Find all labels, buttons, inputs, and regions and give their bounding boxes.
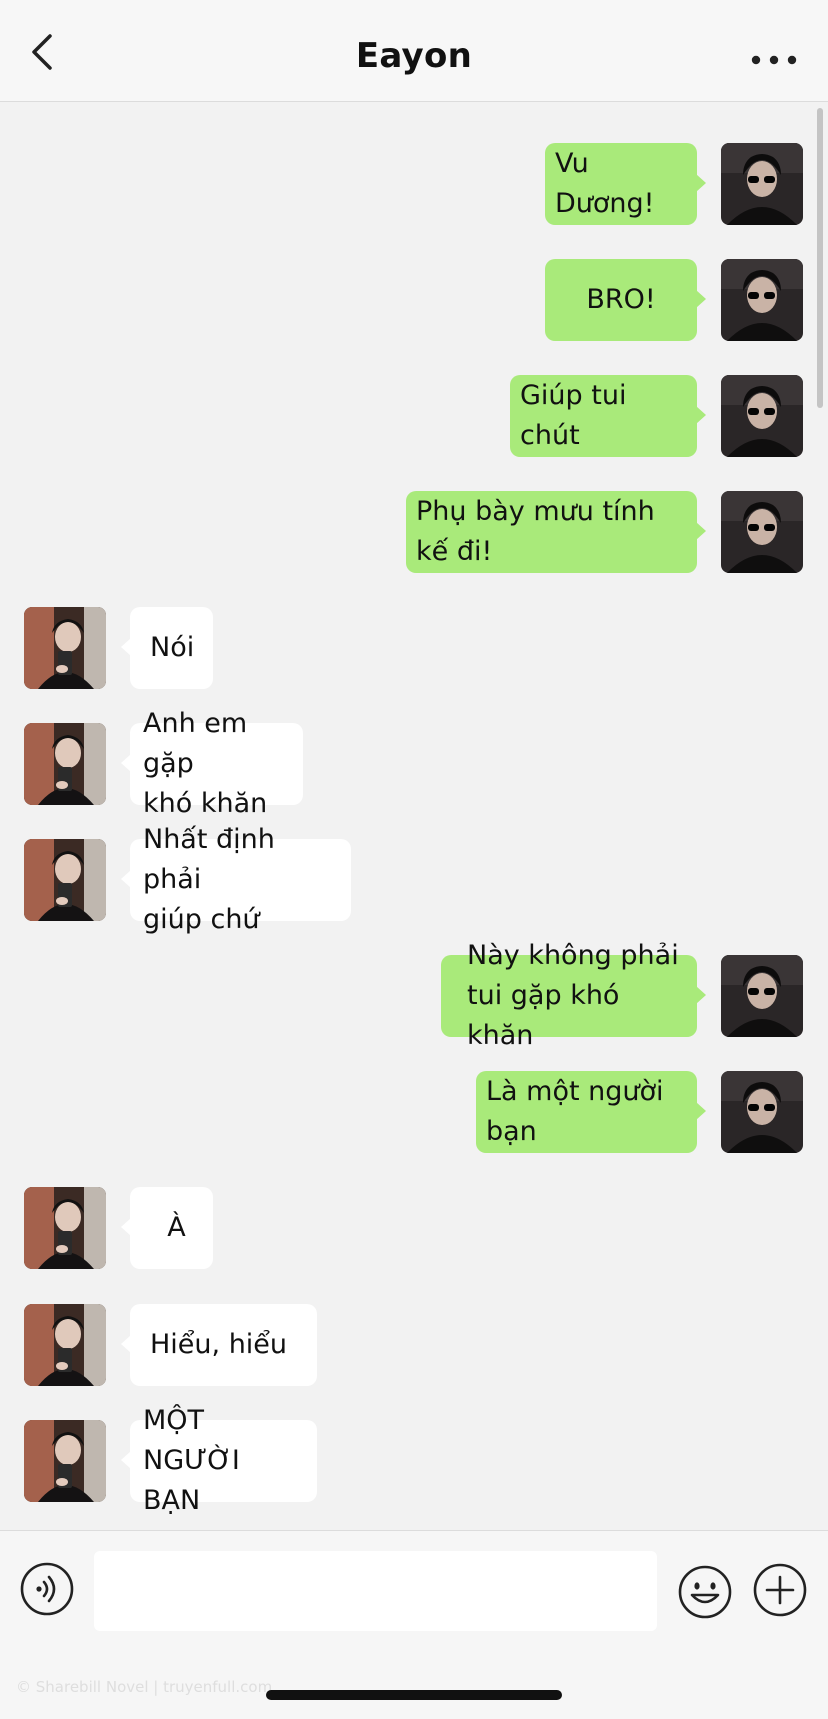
- message-bubble[interactable]: Nói: [121, 607, 213, 689]
- message-row: Này không phải tui gặp khó khăn: [0, 940, 828, 1051]
- avatar[interactable]: [24, 1187, 106, 1269]
- message-row: Nói: [0, 607, 828, 689]
- emoji-button[interactable]: [677, 1564, 733, 1620]
- message-bubble[interactable]: Này không phải tui gặp khó khăn: [441, 940, 706, 1051]
- message-bubble[interactable]: Hiểu, hiểu: [121, 1304, 317, 1386]
- message-text: Anh em gặp: [143, 708, 248, 779]
- message-bubble[interactable]: Vu Dương!: [545, 143, 706, 225]
- avatar[interactable]: [24, 1304, 106, 1386]
- message-text: MỘT NGƯỜI: [143, 1405, 240, 1476]
- plus-icon: [753, 1563, 807, 1617]
- message-bubble[interactable]: Phụ bày mưu tính kế đi!: [406, 491, 706, 573]
- message-row: Anh em gặp khó khăn: [0, 708, 828, 819]
- message-text: Nói: [150, 632, 195, 663]
- avatar[interactable]: [24, 607, 106, 689]
- message-text: À: [167, 1212, 186, 1243]
- message-row: BRO!: [0, 259, 828, 341]
- avatar[interactable]: [24, 723, 106, 805]
- message-bubble[interactable]: BRO!: [545, 259, 706, 341]
- avatar[interactable]: [721, 491, 803, 573]
- avatar[interactable]: [24, 1420, 106, 1502]
- message-text: Vu Dương!: [555, 148, 655, 219]
- message-row: MỘT NGƯỜI BẠN: [0, 1405, 828, 1516]
- message-row: Là một người bạn: [0, 1071, 828, 1153]
- message-row: Hiểu, hiểu: [0, 1304, 828, 1386]
- avatar[interactable]: [721, 375, 803, 457]
- message-text: Nhất định phải: [143, 824, 275, 895]
- voice-icon: [20, 1562, 74, 1616]
- avatar[interactable]: [721, 955, 803, 1037]
- voice-button[interactable]: [19, 1561, 75, 1617]
- message-text: Là một người bạn: [486, 1076, 664, 1147]
- watermark: © Sharebill Novel | truyenfull.com: [16, 1678, 273, 1696]
- message-bubble[interactable]: Giúp tui chút: [510, 375, 706, 457]
- message-bubble[interactable]: Nhất định phải giúp chứ: [121, 824, 351, 935]
- message-bubble[interactable]: MỘT NGƯỜI BẠN: [121, 1405, 317, 1516]
- more-dots-icon: [751, 55, 797, 65]
- message-text: BRO!: [586, 284, 656, 315]
- more-button[interactable]: [746, 40, 802, 80]
- message-row: À: [0, 1187, 828, 1269]
- message-text: Giúp tui chút: [520, 380, 627, 451]
- message-bubble[interactable]: À: [121, 1187, 213, 1269]
- message-bubble[interactable]: Anh em gặp khó khăn: [121, 708, 303, 819]
- avatar[interactable]: [721, 143, 803, 225]
- emoji-icon: [678, 1565, 732, 1619]
- message-row: Nhất định phải giúp chứ: [0, 824, 828, 935]
- home-indicator[interactable]: [266, 1690, 562, 1700]
- message-bubble[interactable]: Là một người bạn: [476, 1071, 706, 1153]
- message-text: Này không phải: [467, 940, 679, 971]
- chat-header: Eayon: [0, 0, 828, 102]
- avatar[interactable]: [24, 839, 106, 921]
- message-text: tui gặp khó khăn: [467, 980, 620, 1051]
- message-input[interactable]: [94, 1551, 657, 1631]
- avatar[interactable]: [721, 259, 803, 341]
- message-text: khó khăn: [143, 788, 268, 819]
- message-row: Phụ bày mưu tính kế đi!: [0, 491, 828, 573]
- message-text: giúp chứ: [143, 904, 260, 935]
- avatar[interactable]: [721, 1071, 803, 1153]
- message-text: Phụ bày mưu tính kế đi!: [416, 496, 655, 567]
- message-text: Hiểu, hiểu: [150, 1329, 288, 1360]
- message-row: Vu Dương!: [0, 143, 828, 225]
- add-button[interactable]: [752, 1562, 808, 1618]
- message-text: BẠN: [143, 1485, 201, 1516]
- chat-title: Eayon: [355, 36, 473, 76]
- message-row: Giúp tui chút: [0, 375, 828, 457]
